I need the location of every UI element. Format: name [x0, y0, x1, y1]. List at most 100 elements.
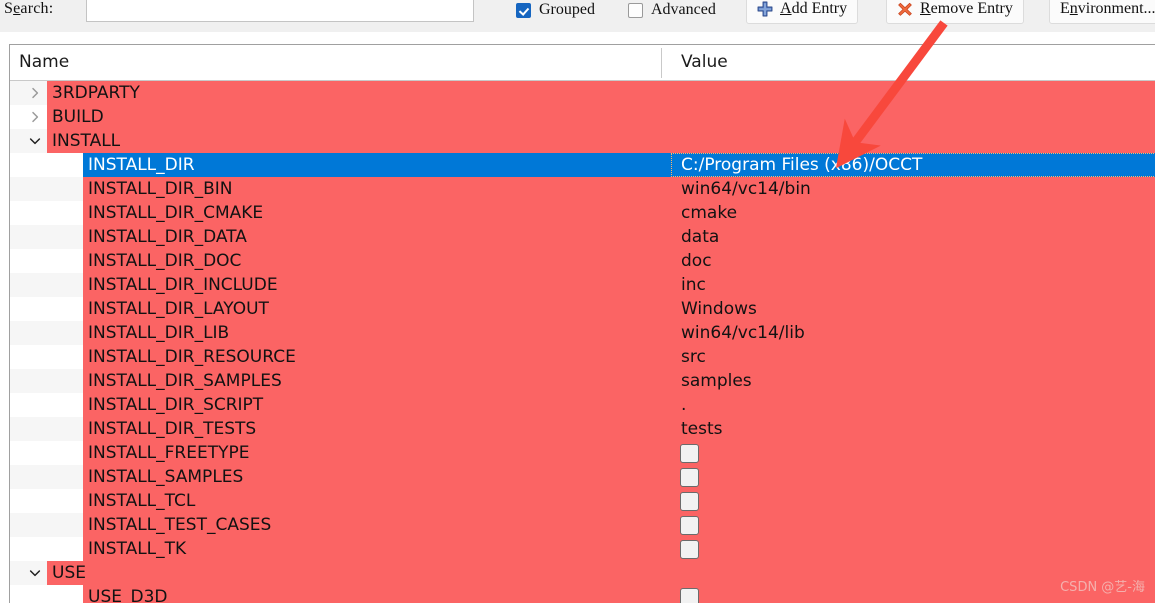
row-value-checkbox-unchecked[interactable]: [680, 588, 699, 603]
row-name: INSTALL: [52, 131, 121, 151]
row-modified-highlight: [47, 105, 1155, 129]
add-entry-label: Add Entry: [780, 0, 848, 17]
row-modified-highlight: [83, 585, 1155, 603]
row-value[interactable]: C:/Program Files (x86)/OCCT: [681, 153, 922, 177]
row-value[interactable]: cmake: [681, 201, 737, 225]
row-value[interactable]: .: [681, 393, 686, 417]
row-value[interactable]: tests: [681, 417, 723, 441]
table-header: Name Value: [10, 45, 1155, 81]
row-name: 3RDPARTY: [52, 83, 140, 103]
table-row[interactable]: INSTALL: [10, 129, 1155, 153]
row-value[interactable]: Windows: [681, 297, 757, 321]
row-name: INSTALL_DIR_SCRIPT: [88, 395, 264, 415]
table-row[interactable]: 3RDPARTY: [10, 81, 1155, 105]
row-value[interactable]: data: [681, 225, 719, 249]
row-name: INSTALL_TK: [88, 539, 187, 559]
row-modified-highlight: [47, 81, 1155, 105]
row-value-checkbox-unchecked[interactable]: [680, 540, 699, 559]
row-value[interactable]: samples: [681, 369, 752, 393]
chevron-right-icon[interactable]: [26, 81, 44, 105]
row-value-checkbox-unchecked[interactable]: [680, 516, 699, 535]
row-modified-highlight: [83, 321, 1155, 345]
table-row[interactable]: INSTALL_DIR_TESTS tests: [10, 417, 1155, 441]
row-name: INSTALL_FREETYPE: [88, 443, 250, 463]
column-header-name[interactable]: Name: [19, 45, 69, 80]
row-modified-highlight: [83, 249, 1155, 273]
row-name: INSTALL_DIR_CMAKE: [88, 203, 264, 223]
table-row[interactable]: INSTALL_DIR_CMAKE cmake: [10, 201, 1155, 225]
column-header-value[interactable]: Value: [671, 45, 728, 80]
search-input[interactable]: [86, 0, 474, 22]
row-name: INSTALL_DIR_LAYOUT: [88, 299, 269, 319]
row-value-checkbox-unchecked[interactable]: [680, 492, 699, 511]
table-row[interactable]: INSTALL_DIR_SCRIPT.: [10, 393, 1155, 417]
row-value[interactable]: inc: [681, 273, 706, 297]
row-value-checkbox-unchecked[interactable]: [680, 468, 699, 487]
row-name: INSTALL_DIR_LIB: [88, 323, 230, 343]
row-value[interactable]: src: [681, 345, 706, 369]
row-value[interactable]: doc: [681, 249, 712, 273]
plus-icon: [757, 1, 773, 17]
watermark: CSDN @艺-海: [1060, 580, 1145, 595]
table-row[interactable]: INSTALL_TCL: [10, 489, 1155, 513]
row-modified-highlight: [47, 129, 1155, 153]
table-row[interactable]: INSTALL_DIR_SAMPLES samples: [10, 369, 1155, 393]
table-row[interactable]: INSTALL_DIR_BIN win64/vc14/bin: [10, 177, 1155, 201]
remove-entry-label: Remove Entry: [920, 0, 1013, 17]
table-row[interactable]: INSTALL_DIR_INCLUDE inc: [10, 273, 1155, 297]
table-row[interactable]: INSTALL_DIR_LIB win64/vc14/lib: [10, 321, 1155, 345]
environment-label: Environment...: [1060, 0, 1155, 17]
row-name: USE: [52, 563, 86, 583]
table-row[interactable]: INSTALL_DIR_DATA data: [10, 225, 1155, 249]
row-modified-highlight: [47, 561, 1155, 585]
advanced-label: Advanced: [651, 1, 716, 18]
row-name: INSTALL_DIR_BIN: [88, 179, 233, 199]
remove-entry-button[interactable]: Remove Entry: [886, 0, 1024, 24]
table-body: 3RDPARTY BUILD INSTALL INSTALL_DIR C:/Progra…: [10, 81, 1155, 603]
table-row[interactable]: BUILD: [10, 105, 1155, 129]
row-modified-highlight: [83, 537, 1155, 561]
table-row[interactable]: INSTALL_DIR_DOC doc: [10, 249, 1155, 273]
table-row[interactable]: USE: [10, 561, 1155, 585]
row-modified-highlight: [83, 465, 1155, 489]
table-row[interactable]: INSTALL_DIR_RESOURCE src: [10, 345, 1155, 369]
checkbox-unchecked-icon: [628, 2, 643, 18]
table-row[interactable]: INSTALL_DIR C:/Program Files (x86)/OCCT: [10, 153, 1155, 177]
search-label-post: arch:: [20, 0, 54, 17]
table-row[interactable]: USE_D3D: [10, 585, 1155, 603]
cache-entries-tree: Name Value 3RDPARTY BUILD INSTALL INSTALL_D…: [9, 44, 1155, 603]
row-value[interactable]: win64/vc14/lib: [681, 321, 805, 345]
row-name: INSTALL_DIR_DATA: [88, 227, 247, 247]
advanced-checkbox[interactable]: Advanced: [628, 0, 716, 21]
row-name: USE_D3D: [88, 587, 168, 603]
cross-icon: [898, 2, 912, 16]
row-value-checkbox-unchecked[interactable]: [680, 444, 699, 463]
chevron-right-icon[interactable]: [26, 105, 44, 129]
table-row[interactable]: INSTALL_TK: [10, 537, 1155, 561]
table-row[interactable]: INSTALL_DIR_LAYOUT Windows: [10, 297, 1155, 321]
search-label: Search:: [4, 0, 53, 18]
row-name: INSTALL_DIR_DOC: [88, 251, 242, 271]
add-entry-button[interactable]: Add Entry: [746, 0, 859, 24]
table-row[interactable]: INSTALL_TEST_CASES: [10, 513, 1155, 537]
row-name: INSTALL_DIR_RESOURCE: [88, 347, 296, 367]
row-name: INSTALL_DIR_SAMPLES: [88, 371, 282, 391]
row-modified-highlight: [83, 489, 1155, 513]
checkbox-checked-icon: [516, 2, 531, 18]
row-name: INSTALL_TCL: [88, 491, 196, 511]
column-divider[interactable]: [661, 48, 662, 78]
table-row[interactable]: INSTALL_FREETYPE: [10, 441, 1155, 465]
chevron-down-icon[interactable]: [26, 129, 44, 153]
toolbar: Search: Grouped Advanced Add Entry Remov…: [0, 0, 1155, 32]
row-name: INSTALL_TEST_CASES: [88, 515, 272, 535]
row-name: BUILD: [52, 107, 104, 127]
row-value[interactable]: win64/vc14/bin: [681, 177, 811, 201]
environment-button[interactable]: Environment...: [1049, 0, 1155, 24]
grouped-checkbox[interactable]: Grouped: [516, 0, 595, 21]
chevron-down-icon[interactable]: [26, 561, 44, 585]
grouped-label: Grouped: [539, 1, 595, 18]
row-name: INSTALL_SAMPLES: [88, 467, 244, 487]
table-row[interactable]: INSTALL_SAMPLES: [10, 465, 1155, 489]
row-modified-highlight: [83, 177, 1155, 201]
row-name: INSTALL_DIR_TESTS: [88, 419, 257, 439]
